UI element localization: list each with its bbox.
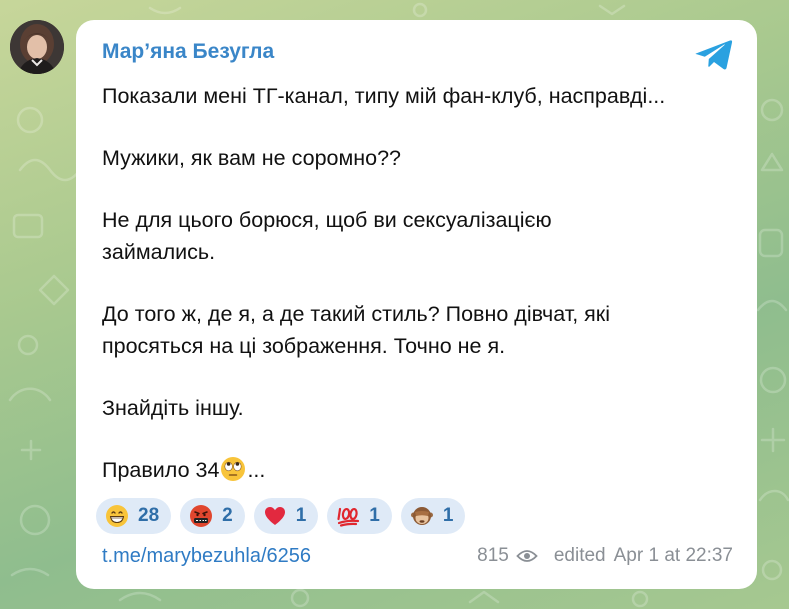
reaction-grinning[interactable]: 28 [96, 498, 172, 534]
post-link[interactable]: t.me/marybezuhla/6256 [102, 545, 311, 568]
message-paragraph: Показали мені ТГ-канал, типу мій фан-клу… [102, 80, 742, 112]
reaction-count: 2 [222, 505, 233, 526]
see-no-evil-monkey-icon [410, 504, 434, 528]
reaction-hundred[interactable]: 1 [327, 498, 392, 534]
author-avatar[interactable] [10, 20, 64, 74]
message-line: До того ж, де я, а де такий стиль? Повно… [102, 302, 610, 326]
message-line: Знайдіть іншу. [102, 396, 244, 420]
message-line: ... [247, 458, 266, 482]
message-line: займались. [102, 240, 216, 264]
reaction-heart[interactable]: 1 [253, 498, 319, 534]
reaction-count: 28 [138, 505, 160, 526]
reaction-monkey[interactable]: 1 [400, 498, 466, 534]
reaction-count: 1 [295, 505, 307, 526]
message-line: Показали мені ТГ-канал, типу мій фан-клу… [102, 84, 666, 108]
message-timestamp: Apr 1 at 22:37 [613, 545, 733, 566]
message-paragraph: Мужики, як вам не соромно?? [102, 142, 742, 174]
face-with-symbols-on-mouth-icon [189, 504, 213, 528]
message-paragraph: Не для цього борюся, щоб ви сексуалізаці… [102, 204, 742, 268]
author-photo [10, 20, 64, 74]
reactions-bar: 28 2 1 1 1 [96, 498, 466, 534]
red-heart-icon [263, 504, 287, 528]
message-paragraph: Правило 34 ... [102, 454, 742, 486]
message-text: Показали мені ТГ-канал, типу мій фан-клу… [102, 80, 742, 486]
reaction-count: 1 [442, 505, 454, 526]
message-paragraph: До того ж, де я, а де такий стиль? Повно… [102, 298, 742, 362]
face-with-rolling-eyes-icon [220, 456, 246, 482]
message-meta: 815 edited Apr 1 at 22:37 [477, 545, 733, 567]
message-line: просяться на ці зображення. Точно не я. [102, 334, 506, 358]
message-bubble: Мар’яна Безугла Показали мені ТГ-канал, … [76, 20, 757, 589]
telegram-icon[interactable] [694, 38, 734, 72]
message-line: Правило 34 [102, 458, 220, 482]
message-line: Не для цього борюся, щоб ви сексуалізаці… [102, 208, 552, 232]
message-line: Мужики, як вам не соромно?? [102, 146, 402, 170]
edited-label: edited [553, 545, 606, 566]
eye-icon [516, 550, 538, 562]
message-paragraph: Знайдіть іншу. [102, 392, 742, 424]
reaction-count: 1 [369, 505, 380, 526]
hundred-points-icon [336, 504, 360, 528]
view-count: 815 [477, 545, 509, 566]
author-name[interactable]: Мар’яна Безугла [102, 40, 274, 64]
grinning-face-icon [105, 504, 129, 528]
reaction-cursing[interactable]: 2 [180, 498, 245, 534]
